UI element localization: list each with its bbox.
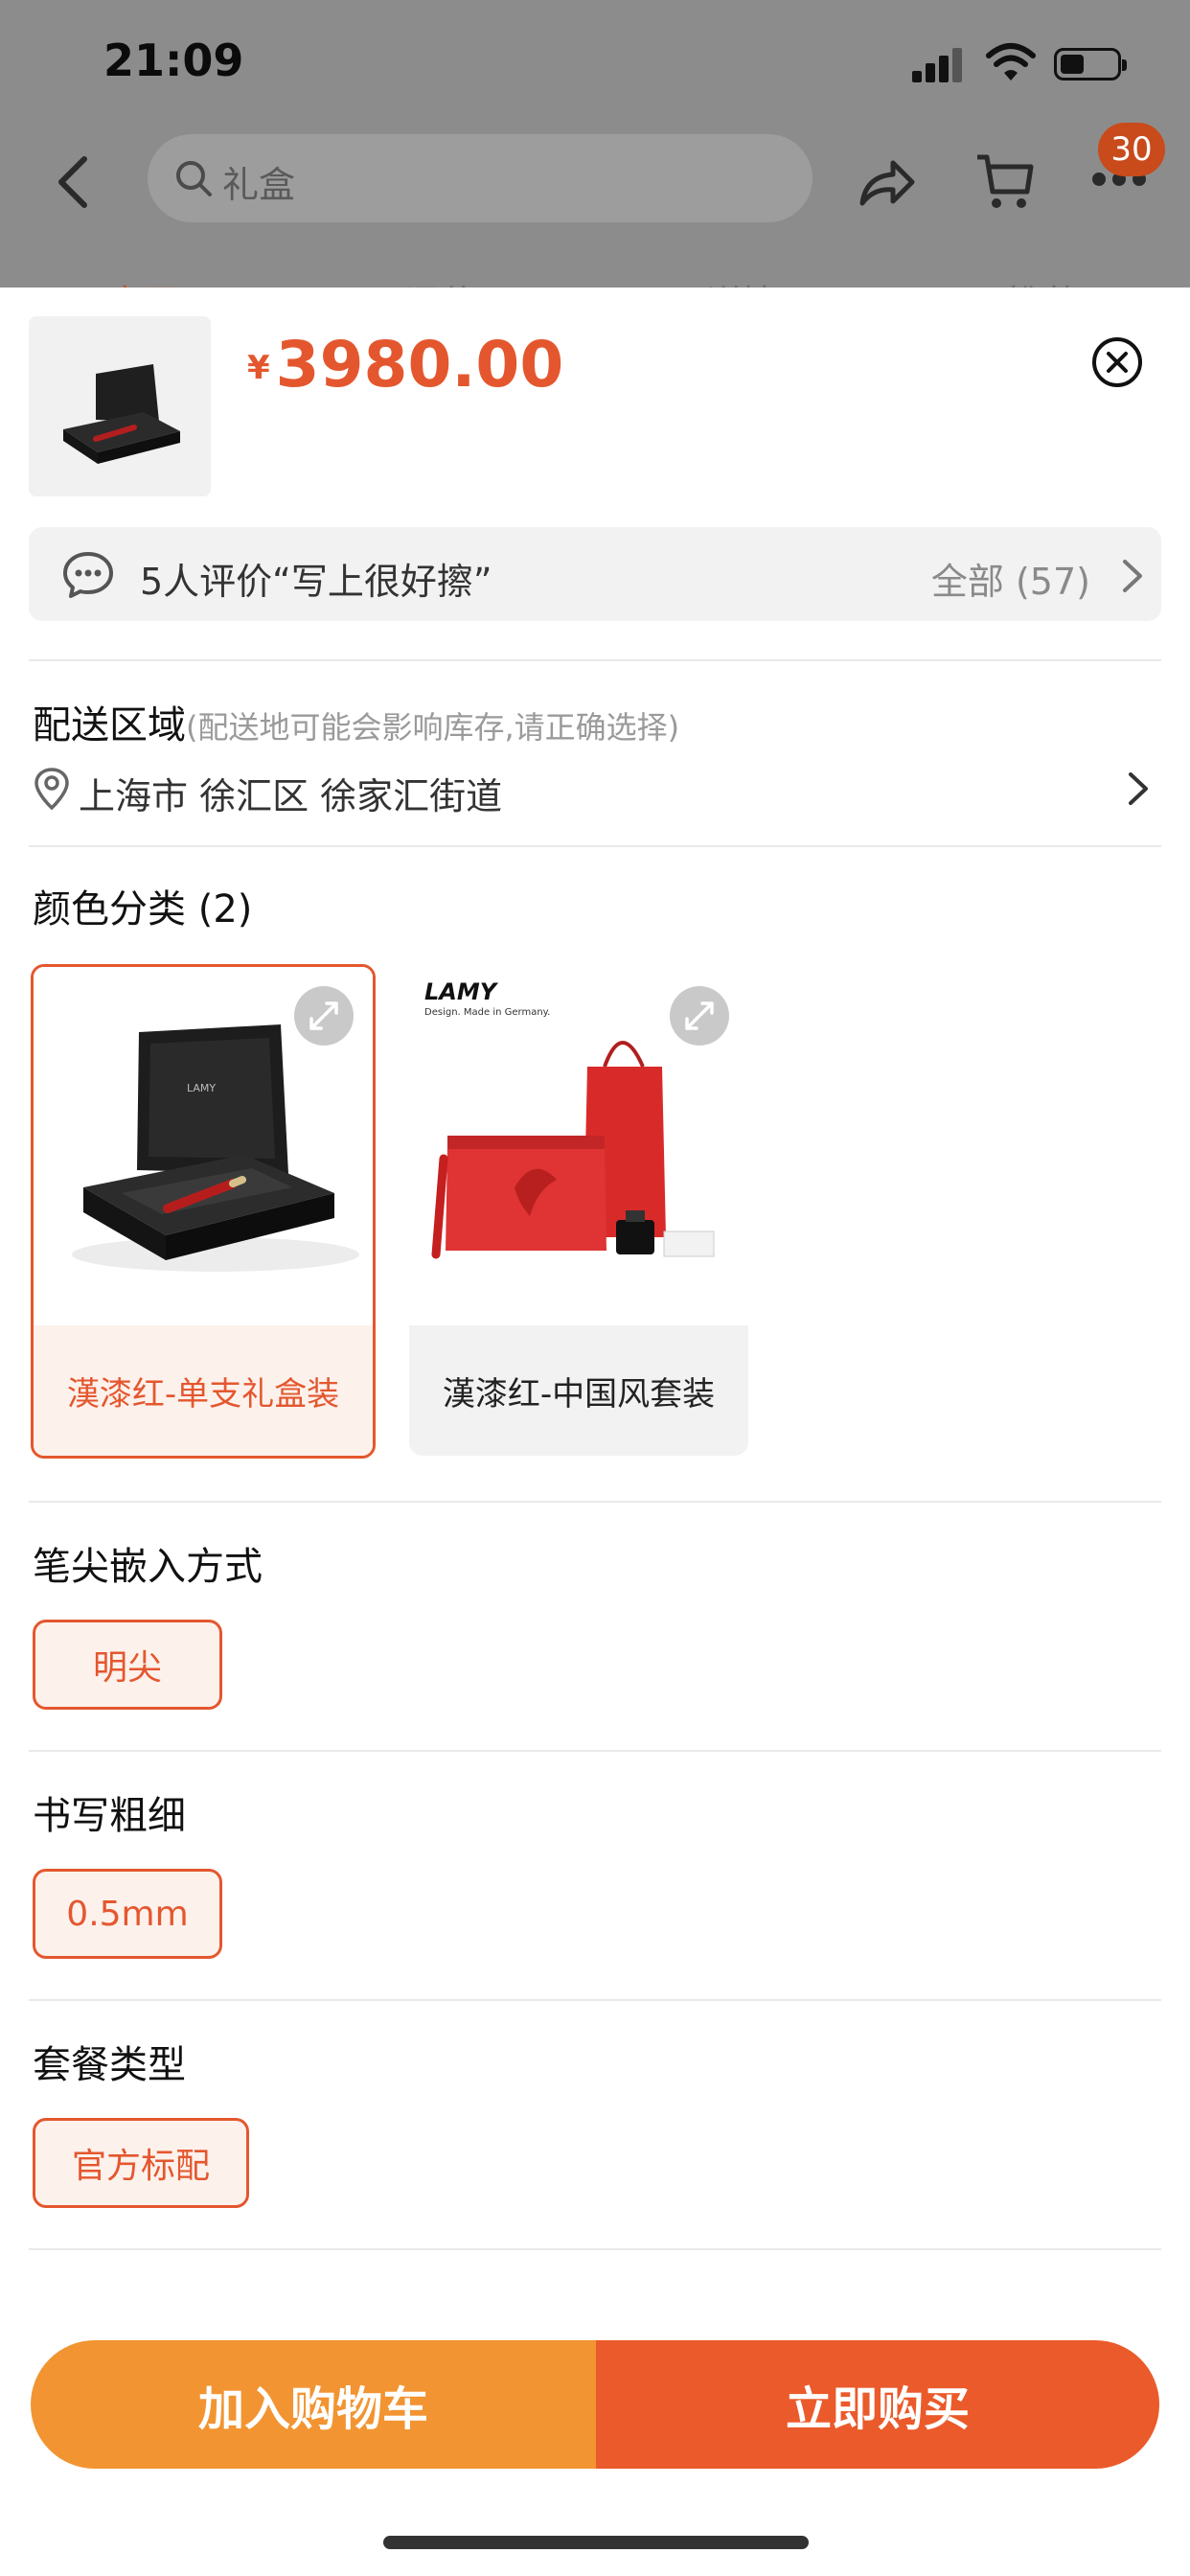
product-thumbnail[interactable] bbox=[29, 316, 211, 496]
review-all-count[interactable]: 全部 (57) bbox=[931, 552, 1090, 605]
cart-icon[interactable] bbox=[973, 150, 1035, 213]
price-amount: 3980.00 bbox=[275, 328, 564, 402]
divider bbox=[29, 1999, 1161, 2001]
divider bbox=[29, 1750, 1161, 1752]
signal-icon bbox=[912, 46, 966, 82]
color-section-title: 颜色分类 (2) bbox=[33, 887, 253, 932]
brand-tagline: Design. Made in Germany. bbox=[424, 1007, 550, 1018]
status-time: 21:09 bbox=[103, 34, 244, 86]
brand-logo: LAMY bbox=[424, 978, 499, 1005]
wifi-icon bbox=[986, 43, 1036, 80]
background-overlay[interactable]: 21:09 礼盒 30 宝贝 评价 详情 推荐 bbox=[0, 0, 1190, 307]
delivery-address: 上海市 徐汇区 徐家汇街道 bbox=[79, 775, 503, 817]
message-count-badge: 30 bbox=[1098, 123, 1165, 176]
price: ¥3980.00 bbox=[247, 328, 563, 402]
color-option-chinese-style-set[interactable]: LAMY Design. Made in Germany. 漢漆红-中国风套装 bbox=[406, 964, 751, 1459]
pen-box-image bbox=[29, 316, 211, 496]
search-icon bbox=[176, 161, 212, 196]
review-summary[interactable]: 5人评价“写上很好擦” 全部 (57) bbox=[29, 527, 1161, 621]
width-section-title: 书写粗细 bbox=[33, 1794, 186, 1838]
price-currency: ¥ bbox=[247, 349, 270, 387]
share-icon[interactable] bbox=[857, 153, 918, 211]
color-option-label: 漢漆红-单支礼盒装 bbox=[34, 1325, 373, 1456]
nib-section-title: 笔尖嵌入方式 bbox=[33, 1545, 263, 1589]
back-icon[interactable] bbox=[50, 153, 96, 211]
status-icons bbox=[912, 42, 1127, 84]
width-option-chip[interactable]: 0.5mm bbox=[33, 1869, 222, 1959]
delivery-note: (配送地可能会影响库存,请正确选择) bbox=[186, 709, 680, 746]
purchase-actions: 加入购物车 立即购买 bbox=[31, 2340, 1159, 2469]
color-option-label: 漢漆红-中国风套装 bbox=[409, 1325, 748, 1456]
delivery-address-row[interactable]: 上海市 徐汇区 徐家汇街道 bbox=[33, 765, 1163, 817]
sku-sheet: ¥3980.00 5人评价“写上很好擦” 全部 (57) 配送区域(配送地可能会… bbox=[0, 288, 1190, 2576]
search-input[interactable]: 礼盒 bbox=[148, 134, 812, 222]
divider bbox=[29, 659, 1161, 661]
divider bbox=[29, 1501, 1161, 1503]
search-placeholder: 礼盒 bbox=[222, 164, 296, 206]
location-pin-icon bbox=[34, 768, 69, 811]
expand-icon[interactable] bbox=[294, 986, 354, 1046]
chat-bubble-icon bbox=[63, 552, 113, 598]
expand-icon[interactable] bbox=[670, 986, 729, 1046]
delivery-title: 配送区域(配送地可能会影响库存,请正确选择) bbox=[33, 694, 679, 749]
color-option-single-gift-box[interactable]: LAMY 漢漆红-单支礼盒装 bbox=[31, 964, 376, 1459]
svg-text:LAMY: LAMY bbox=[187, 1082, 216, 1094]
delivery-title-text: 配送区域 bbox=[33, 703, 186, 748]
nib-option-chip[interactable]: 明尖 bbox=[33, 1620, 222, 1710]
package-option-chip[interactable]: 官方标配 bbox=[33, 2118, 249, 2208]
buy-now-button[interactable]: 立即购买 bbox=[596, 2340, 1159, 2469]
chevron-right-icon bbox=[1123, 560, 1142, 592]
package-section-title: 套餐类型 bbox=[33, 2043, 186, 2087]
battery-icon bbox=[1054, 48, 1127, 80]
home-indicator[interactable] bbox=[383, 2536, 809, 2549]
chevron-right-icon bbox=[1129, 772, 1148, 805]
divider bbox=[29, 2248, 1161, 2250]
close-icon[interactable] bbox=[1090, 335, 1144, 389]
review-snippet: 5人评价“写上很好擦” bbox=[140, 561, 492, 603]
add-to-cart-button[interactable]: 加入购物车 bbox=[31, 2340, 596, 2469]
divider bbox=[29, 845, 1161, 847]
